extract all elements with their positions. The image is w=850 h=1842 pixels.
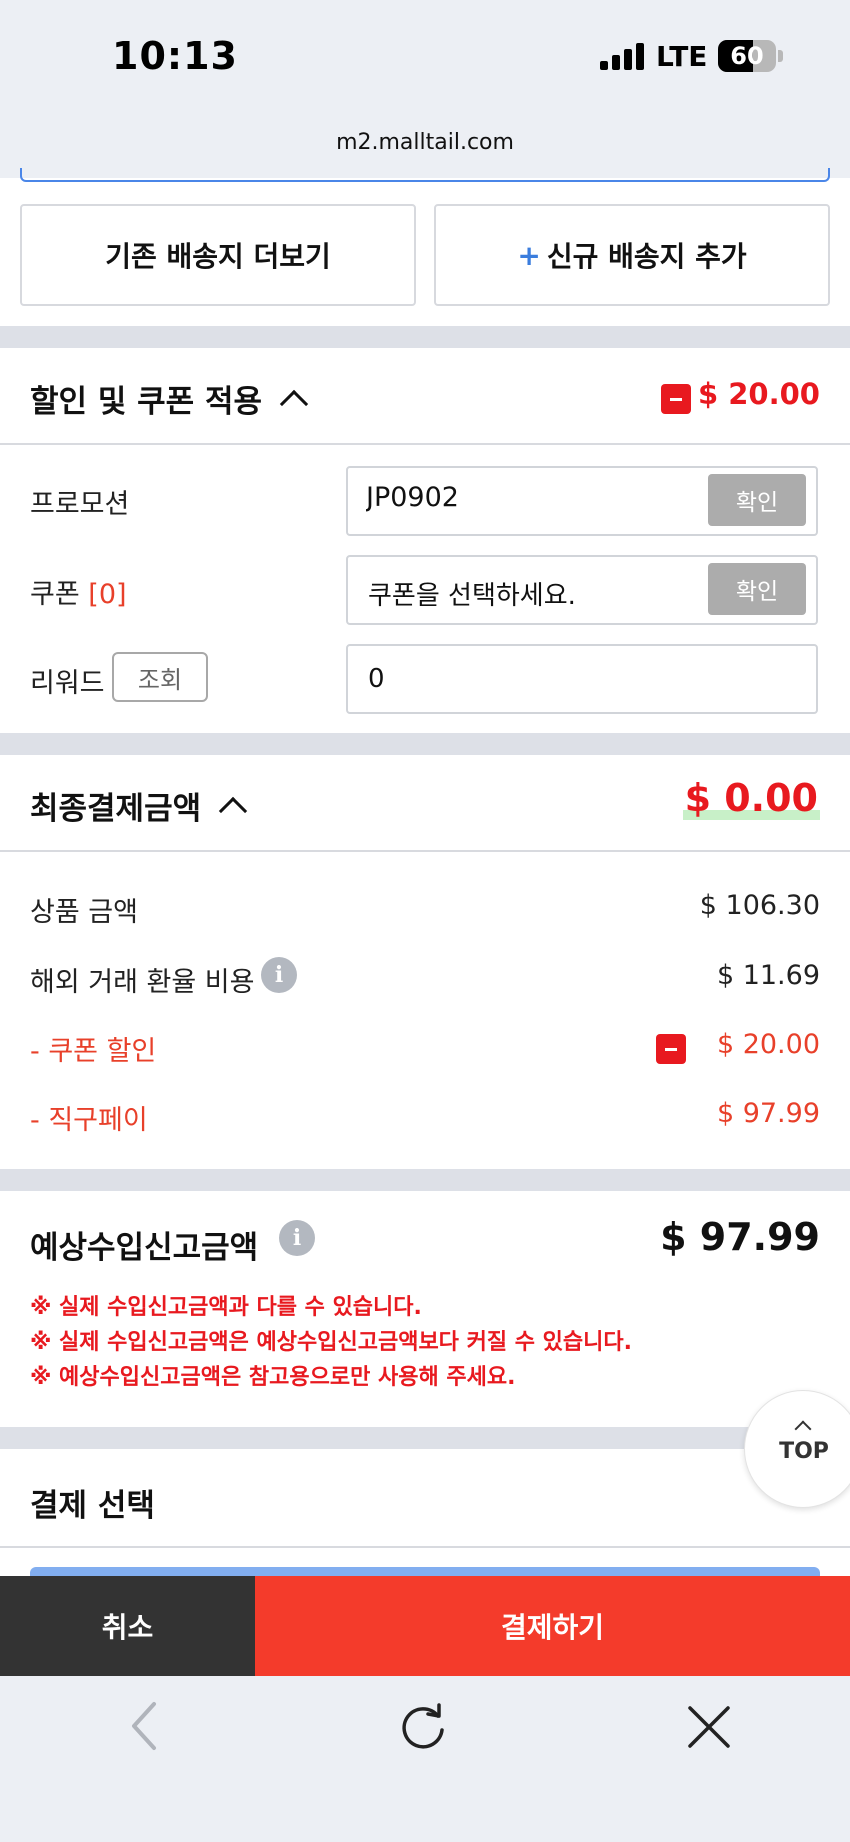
section-gap [0,1427,850,1449]
signal-icon [600,43,644,70]
divider [0,850,850,852]
promotion-input[interactable] [366,482,666,513]
reward-lookup-button[interactable]: 조회 [112,652,208,702]
pay-button[interactable]: 결제하기 [255,1576,850,1676]
coupon-confirm-button[interactable]: 확인 [708,563,806,615]
info-icon[interactable]: i [261,957,297,993]
customs-notice: ※ 예상수입신고금액은 참고용으로만 사용해 주세요. [30,1365,516,1390]
final-total: $ 0.00 [682,776,820,820]
section-gap [0,1169,850,1191]
plus-icon: + [517,238,541,272]
chevron-up-icon [794,1420,812,1438]
address-field-edge[interactable] [20,168,830,182]
coupon-label: 쿠폰 [0] [30,572,127,611]
coupon-discount-label: - 쿠폰 할인 [30,1036,157,1067]
add-address-label: 신규 배송지 추가 [546,240,747,273]
chevron-up-icon [279,389,309,419]
info-icon[interactable]: i [279,1220,315,1256]
minus-icon [661,384,691,414]
more-addresses-button[interactable]: 기존 배송지 더보기 [20,204,416,306]
direct-pay-value: $ 97.99 [716,1098,820,1129]
battery-icon: 60 [718,40,776,72]
reward-field[interactable]: 0 [346,644,818,714]
promotion-field[interactable]: 확인 [346,466,818,536]
back-icon[interactable] [124,1700,164,1752]
reload-icon[interactable] [398,1702,448,1752]
payment-title: 결제 선택 [30,1488,155,1524]
coupon-select[interactable]: 쿠폰을 선택하세요. 확인 [346,555,818,625]
product-amount-label: 상품 금액 [30,897,138,928]
coupon-discount-value: $ 20.00 [716,1029,820,1060]
customs-notice: ※ 실제 수입신고금액은 예상수입신고금액보다 커질 수 있습니다. [30,1330,632,1355]
exchange-fee-label: 해외 거래 환율 비용 [30,967,255,998]
more-addresses-label: 기존 배송지 더보기 [105,240,331,273]
reward-label: 리워드 [30,668,105,699]
coupon-count: [0] [88,579,127,610]
promotion-label: 프로모션 [30,489,130,520]
scroll-top-button[interactable]: TOP [744,1390,850,1508]
discount-toggle[interactable]: 할인 및 쿠폰 적용 [30,376,309,421]
section-gap [0,326,850,348]
customs-notice: ※ 실제 수입신고금액과 다를 수 있습니다. [30,1295,422,1320]
battery-tip [778,50,783,62]
reward-value[interactable]: 0 [368,664,385,694]
status-time: 10:13 [112,34,238,78]
divider [0,443,850,445]
exchange-fee-value: $ 11.69 [716,960,820,991]
section-gap [0,733,850,755]
battery-level: 60 [730,42,764,70]
product-amount-value: $ 106.30 [699,890,820,921]
customs-amount: $ 97.99 [660,1215,820,1259]
divider [0,1546,850,1548]
chevron-up-icon [218,796,248,826]
cancel-button[interactable]: 취소 [0,1576,255,1676]
minus-icon [656,1034,686,1064]
discount-title: 할인 및 쿠폰 적용 [30,384,263,420]
final-toggle[interactable]: 최종결제금액 [30,783,248,828]
coupon-placeholder: 쿠폰을 선택하세요. [368,581,576,611]
coupon-label-text: 쿠폰 [30,579,80,610]
customs-title: 예상수입신고금액 [30,1230,259,1266]
network-label: LTE [656,40,708,73]
close-icon[interactable] [686,1704,732,1750]
discount-amount: $ 20.00 [697,377,820,411]
url-bar[interactable]: m2.malltail.com [0,130,850,155]
promotion-confirm-button[interactable]: 확인 [708,474,806,526]
final-title: 최종결제금액 [30,791,202,827]
scroll-top-label: TOP [779,1439,829,1464]
add-address-button[interactable]: + 신규 배송지 추가 [434,204,830,306]
direct-pay-label: - 직구페이 [30,1105,148,1136]
